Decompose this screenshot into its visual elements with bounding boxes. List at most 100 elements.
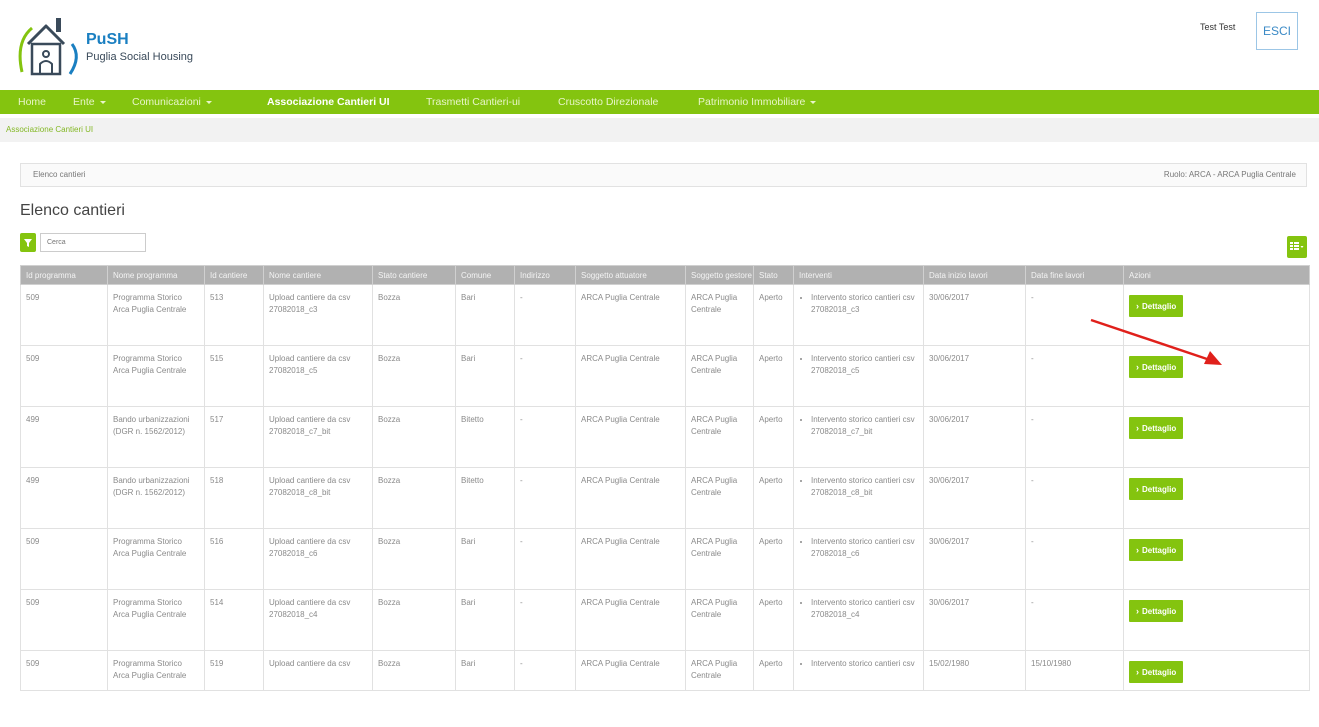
cell-comune: Bari: [455, 345, 515, 407]
cell-nome-programma: Bando urbanizzazioni (DGR n. 1562/2012): [107, 406, 205, 468]
nav-item-patrimonio[interactable]: Patrimonio Immobiliare: [698, 90, 817, 114]
cell-soggetto-attuatore: ARCA Puglia Centrale: [575, 467, 686, 529]
cell-soggetto-gestore: ARCA Puglia Centrale: [685, 650, 754, 691]
chevron-right-icon: ›: [1136, 301, 1139, 311]
cell-interventi: Intervento storico cantieri csv 27082018…: [793, 284, 924, 346]
dettaglio-button[interactable]: › Dettaglio: [1129, 356, 1184, 378]
column-header[interactable]: Stato cantiere: [372, 265, 456, 285]
cell-stato-cantiere: Bozza: [372, 467, 456, 529]
panel-heading-title: Elenco cantieri: [33, 170, 86, 179]
nav-item-associazione-cantieri[interactable]: Associazione Cantieri UI: [267, 90, 390, 114]
column-header[interactable]: Stato: [753, 265, 794, 285]
chevron-right-icon: ›: [1136, 606, 1139, 616]
column-header[interactable]: Soggetto attuatore: [575, 265, 686, 285]
cell-soggetto-attuatore: ARCA Puglia Centrale: [575, 650, 686, 691]
column-header[interactable]: Nome cantiere: [263, 265, 373, 285]
cell-data-fine: -: [1025, 467, 1124, 529]
nav-label: Patrimonio Immobiliare: [698, 96, 806, 108]
cell-nome-cantiere: Upload cantiere da csv 27082018_c8_bit: [263, 467, 373, 529]
cell-data-inizio: 30/06/2017: [923, 406, 1026, 468]
column-header[interactable]: Comune: [455, 265, 515, 285]
cell-data-fine: -: [1025, 345, 1124, 407]
logo-title: PuSH: [86, 31, 129, 48]
nav-item-trasmetti-cantieri[interactable]: Trasmetti Cantieri-ui: [426, 90, 520, 114]
cell-interventi: Intervento storico cantieri csv 27082018…: [793, 589, 924, 651]
logo-subtitle: Puglia Social Housing: [86, 51, 194, 63]
cell-comune: Bari: [455, 528, 515, 590]
nav-item-cruscotto[interactable]: Cruscotto Direzionale: [558, 90, 658, 114]
table-body: 509 Programma Storico Arca Puglia Central…: [20, 284, 1310, 691]
column-header[interactable]: Nome programma: [107, 265, 205, 285]
nav-label: Home: [18, 96, 47, 108]
cell-stato-cantiere: Bozza: [372, 528, 456, 590]
page-title: Elenco cantieri: [20, 202, 125, 219]
dettaglio-button[interactable]: › Dettaglio: [1129, 600, 1184, 622]
cell-azioni: › Dettaglio: [1123, 528, 1310, 590]
table-header-row: Id programma Nome programma Id cantiere Nom…: [20, 265, 1310, 285]
dettaglio-label: Dettaglio: [1142, 546, 1177, 555]
column-header[interactable]: Id cantiere: [204, 265, 264, 285]
cell-comune: Bitetto: [455, 467, 515, 529]
cell-stato: Aperto: [753, 528, 794, 590]
column-header[interactable]: Azioni: [1123, 265, 1310, 285]
panel-heading: Elenco cantieri Ruolo: ARCA - ARCA Pugli…: [20, 163, 1307, 187]
cell-data-inizio: 30/06/2017: [923, 589, 1026, 651]
cell-interventi: Intervento storico cantieri csv: [793, 650, 924, 691]
column-header[interactable]: Indirizzo: [514, 265, 576, 285]
grid-columns-icon: [1290, 242, 1304, 250]
cell-interventi: Intervento storico cantieri csv 27082018…: [793, 345, 924, 407]
cell-data-inizio: 30/06/2017: [923, 467, 1026, 529]
cell-comune: Bitetto: [455, 406, 515, 468]
nav-label: Ente: [73, 96, 95, 108]
cell-stato: Aperto: [753, 284, 794, 346]
intervento-item: Intervento storico cantieri csv 27082018…: [811, 292, 918, 316]
caret-down-icon: [205, 100, 212, 104]
column-toggle-button[interactable]: [1287, 236, 1307, 258]
cell-id-cantiere: 513: [204, 284, 264, 346]
cell-nome-programma: Programma Storico Arca Puglia Centrale: [107, 345, 205, 407]
breadcrumb-item[interactable]: Associazione Cantieri UI: [6, 125, 93, 134]
filter-icon: [24, 239, 32, 247]
cell-stato-cantiere: Bozza: [372, 589, 456, 651]
column-header[interactable]: Data fine lavori: [1025, 265, 1124, 285]
column-header[interactable]: Interventi: [793, 265, 924, 285]
chevron-right-icon: ›: [1136, 545, 1139, 555]
filter-button[interactable]: [20, 233, 36, 252]
breadcrumb[interactable]: Associazione Cantieri UI: [0, 118, 1319, 142]
column-header[interactable]: Data inizio lavori: [923, 265, 1026, 285]
cell-interventi: Intervento storico cantieri csv 27082018…: [793, 528, 924, 590]
search-input[interactable]: [40, 233, 146, 252]
cell-data-fine: -: [1025, 406, 1124, 468]
cell-indirizzo: -: [514, 284, 576, 346]
cell-id-programma: 509: [20, 528, 108, 590]
table-row: 509 Programma Storico Arca Puglia Central…: [20, 589, 1310, 651]
cell-interventi: Intervento storico cantieri csv 27082018…: [793, 467, 924, 529]
column-header[interactable]: Soggetto gestore: [685, 265, 754, 285]
logo[interactable]: PuSH Puglia Social Housing: [16, 14, 216, 76]
cell-id-programma: 509: [20, 650, 108, 691]
nav-item-home[interactable]: Home: [18, 90, 46, 114]
cell-id-programma: 499: [20, 467, 108, 529]
nav-item-ente[interactable]: Ente: [73, 90, 106, 114]
cell-soggetto-attuatore: ARCA Puglia Centrale: [575, 589, 686, 651]
logout-button[interactable]: ESCI: [1256, 12, 1298, 50]
cell-indirizzo: -: [514, 406, 576, 468]
dettaglio-button[interactable]: › Dettaglio: [1129, 295, 1184, 317]
dettaglio-button[interactable]: › Dettaglio: [1129, 539, 1184, 561]
chevron-right-icon: ›: [1136, 362, 1139, 372]
chevron-right-icon: ›: [1136, 484, 1139, 494]
nav-item-comunicazioni[interactable]: Comunicazioni: [132, 90, 212, 114]
cell-soggetto-attuatore: ARCA Puglia Centrale: [575, 284, 686, 346]
dettaglio-button[interactable]: › Dettaglio: [1129, 661, 1184, 683]
nav-label: Comunicazioni: [132, 96, 201, 108]
column-header[interactable]: Id programma: [20, 265, 108, 285]
dettaglio-button[interactable]: › Dettaglio: [1129, 478, 1184, 500]
cell-data-inizio: 15/02/1980: [923, 650, 1026, 691]
dettaglio-label: Dettaglio: [1142, 668, 1177, 677]
cell-id-cantiere: 515: [204, 345, 264, 407]
dettaglio-button[interactable]: › Dettaglio: [1129, 417, 1184, 439]
cell-comune: Bari: [455, 284, 515, 346]
dettaglio-label: Dettaglio: [1142, 363, 1177, 372]
cell-nome-cantiere: Upload cantiere da csv 27082018_c7_bit: [263, 406, 373, 468]
cell-stato-cantiere: Bozza: [372, 650, 456, 691]
